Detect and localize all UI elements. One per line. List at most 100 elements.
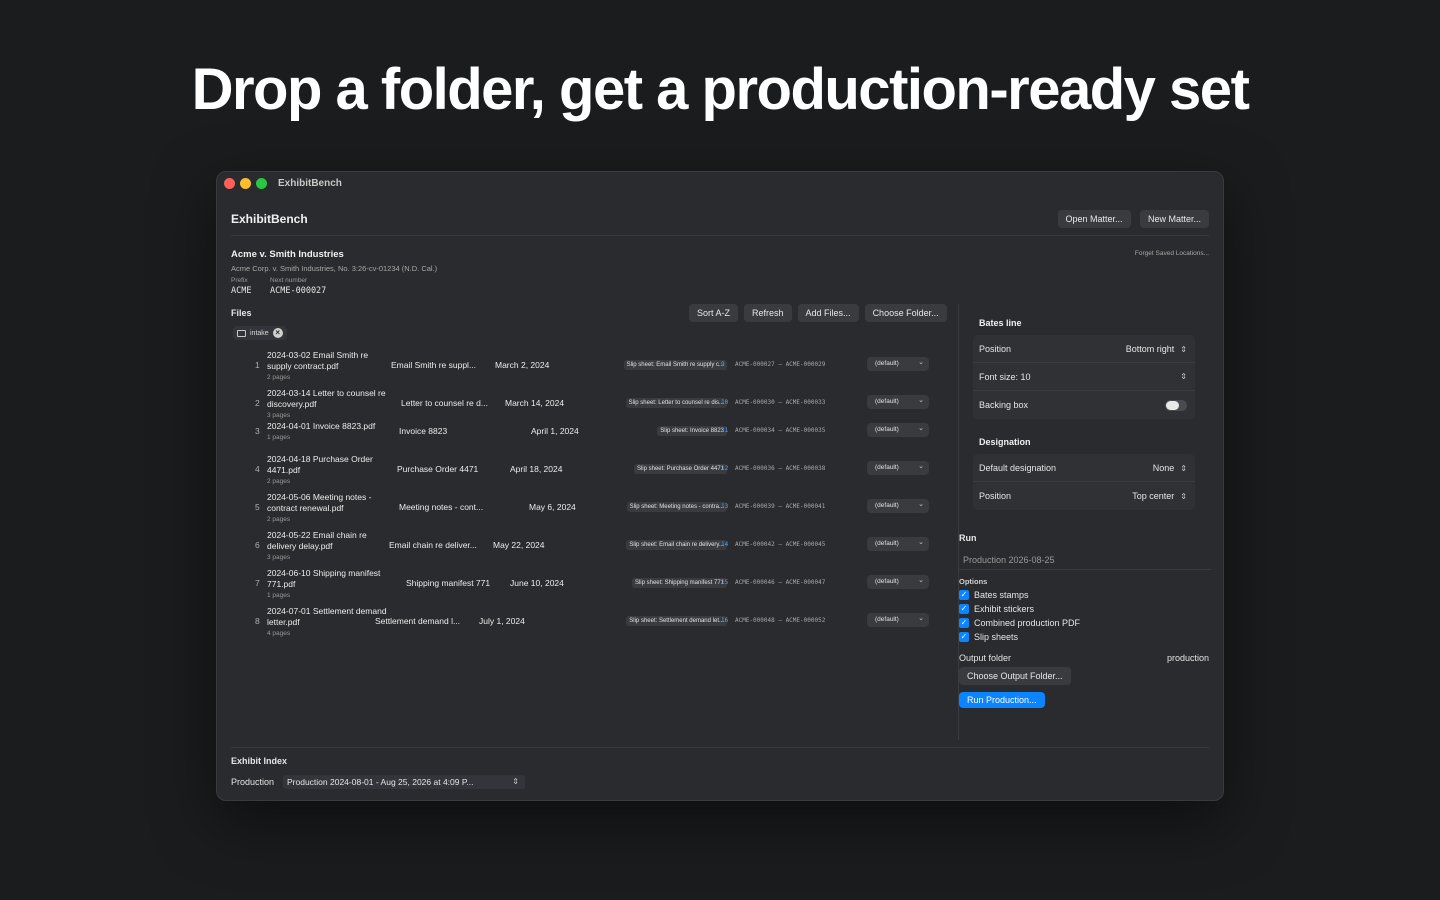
bates-position-row[interactable]: Position Bottom right ⇕: [973, 335, 1195, 363]
option-slip-sheets[interactable]: ✓ Slip sheets: [959, 632, 1018, 642]
remove-chip-icon[interactable]: ×: [272, 328, 283, 338]
file-description: Invoice 8823: [399, 426, 448, 436]
page-count: 4 pages: [267, 630, 291, 637]
font-size-row[interactable]: Font size: 10 ⇕: [973, 363, 1195, 391]
file-date: May 6, 2024: [529, 502, 576, 512]
designation-dropdown[interactable]: (default) ⌄: [867, 575, 929, 589]
file-description: Settlement demand l...: [375, 616, 461, 626]
default-designation-row[interactable]: Default designation None ⇕: [973, 454, 1195, 482]
page-count: 2 pages: [267, 478, 291, 485]
designation-value: (default): [875, 616, 899, 623]
designation-dropdown[interactable]: (default) ⌄: [867, 395, 929, 409]
designation-value: (default): [875, 578, 899, 585]
chevron-down-icon: ⌄: [918, 577, 924, 584]
folder-chip-label: intake: [250, 329, 269, 337]
minimize-window-button[interactable]: [240, 177, 251, 189]
designation-dropdown[interactable]: (default) ⌄: [867, 423, 929, 437]
exhibit-number: 9: [721, 361, 725, 368]
backing-box-toggle[interactable]: [1165, 399, 1187, 411]
option-combined-pdf[interactable]: ✓ Combined production PDF: [959, 618, 1080, 628]
row-index: 6: [255, 540, 260, 550]
chevron-down-icon: ⌄: [918, 501, 924, 508]
chevron-updown-icon: ⇕: [1180, 492, 1187, 501]
file-description: Email Smith re suppl...: [391, 360, 477, 370]
zoom-window-button[interactable]: [256, 177, 267, 189]
page-count: 2 pages: [267, 374, 291, 381]
designation-value: (default): [875, 502, 899, 509]
designation-dropdown[interactable]: (default) ⌄: [867, 499, 929, 513]
option-label: Combined production PDF: [974, 618, 1081, 628]
exhibit-number: 12: [721, 465, 729, 472]
file-date: March 2, 2024: [495, 360, 550, 370]
chevron-down-icon: ⌄: [918, 463, 924, 470]
sort-az-button[interactable]: Sort A-Z: [689, 304, 739, 322]
exhibit-number: 10: [721, 399, 729, 406]
production-name-input[interactable]: Production 2026-08-25: [959, 552, 1211, 570]
option-exhibit-stickers[interactable]: ✓ Exhibit stickers: [959, 604, 1034, 614]
choose-folder-button[interactable]: Choose Folder...: [864, 304, 947, 322]
new-matter-button[interactable]: New Matter...: [1139, 210, 1209, 228]
designation-value: (default): [875, 426, 899, 433]
checkbox-checked-icon[interactable]: ✓: [959, 618, 969, 628]
bates-range: ACME-000034 – ACME-000035: [735, 427, 826, 434]
file-description: Shipping manifest 771: [406, 578, 491, 588]
row-index: 8: [255, 616, 260, 626]
backing-box-row: Backing box: [973, 391, 1195, 419]
folder-icon: [237, 329, 246, 337]
backing-box-label: Backing box: [979, 400, 1029, 410]
add-files-button[interactable]: Add Files...: [797, 304, 859, 322]
chevron-updown-icon: ⇕: [1180, 463, 1187, 473]
designation-position-label: Position: [979, 491, 1012, 501]
choose-output-folder-button[interactable]: Choose Output Folder...: [959, 667, 1071, 685]
file-name: 2024-04-01 Invoice 8823.pdf: [267, 421, 376, 431]
slip-sheet-badge: Slip sheet: Purchase Order 4471: [633, 464, 727, 474]
next-number-value: ACME-000027: [270, 286, 327, 296]
designation-position-row[interactable]: Position Top center ⇕: [973, 482, 1195, 510]
page-count: 1 pages: [267, 592, 291, 599]
output-folder-value: production: [1166, 653, 1209, 663]
bates-line-title: Bates line: [979, 318, 1022, 328]
run-production-button[interactable]: Run Production...: [959, 692, 1045, 708]
matter-caption: Acme Corp. v. Smith Industries, No. 3:26…: [231, 264, 438, 273]
slip-sheet-badge: Slip sheet: Email chain re delivery...: [626, 540, 727, 550]
file-name: 2024-03-02 Email Smith re supply contrac…: [267, 350, 369, 371]
prefix-value: ACME: [231, 286, 252, 296]
slip-sheet-badge: Slip sheet: Email Smith re supply c...: [623, 360, 727, 370]
row-index: 1: [255, 360, 260, 370]
option-bates-stamps[interactable]: ✓ Bates stamps: [959, 590, 1029, 600]
bates-range: ACME-000039 – ACME-000041: [735, 503, 826, 510]
close-window-button[interactable]: [224, 177, 235, 189]
file-name: 2024-04-18 Purchase Order 4471.pdf: [267, 454, 373, 475]
forget-saved-locations-link[interactable]: Forget Saved Locations...: [1135, 250, 1209, 257]
row-index: 7: [255, 578, 260, 588]
designation-dropdown[interactable]: (default) ⌄: [867, 537, 929, 551]
designation-value: (default): [875, 398, 899, 405]
bates-position-label: Position: [979, 343, 1012, 354]
bates-position-value: Bottom right: [1125, 343, 1175, 354]
checkbox-checked-icon[interactable]: ✓: [959, 604, 969, 614]
checkbox-checked-icon[interactable]: ✓: [959, 590, 969, 600]
matter-name: Acme v. Smith Industries: [231, 249, 344, 260]
file-date: April 18, 2024: [510, 464, 563, 474]
file-date: July 1, 2024: [479, 616, 525, 626]
chevron-down-icon: ⌄: [918, 539, 924, 546]
slip-sheet-badge: Slip sheet: Invoice 8823: [657, 426, 727, 436]
slip-sheet-badge: Slip sheet: Letter to counsel re dis...: [625, 398, 727, 408]
exhibit-number: 14: [721, 541, 729, 548]
open-matter-button[interactable]: Open Matter...: [1057, 210, 1131, 228]
app-window: ExhibitBench ExhibitBench Open Matter...…: [216, 171, 1224, 801]
refresh-button[interactable]: Refresh: [744, 304, 792, 322]
matter-info: Acme v. Smith Industries Acme Corp. v. S…: [231, 249, 437, 296]
designation-dropdown[interactable]: (default) ⌄: [867, 613, 929, 627]
designation-dropdown[interactable]: (default) ⌄: [867, 461, 929, 475]
bottom-divider: [231, 747, 1209, 748]
designation-dropdown[interactable]: (default) ⌄: [867, 357, 929, 371]
headline: Drop a folder, get a production-ready se…: [191, 57, 1250, 122]
production-select[interactable]: Production 2024-08-01 - Aug 25, 2026 at …: [283, 775, 525, 789]
file-description: Letter to counsel re d...: [401, 398, 488, 408]
file-name: 2024-07-01 Settlement demand letter.pdf: [267, 606, 387, 627]
folder-chip[interactable]: intake ×: [233, 326, 287, 340]
file-description: Email chain re deliver...: [389, 540, 477, 550]
stepper-icon[interactable]: ⇕: [1180, 372, 1187, 381]
checkbox-checked-icon[interactable]: ✓: [959, 632, 969, 642]
